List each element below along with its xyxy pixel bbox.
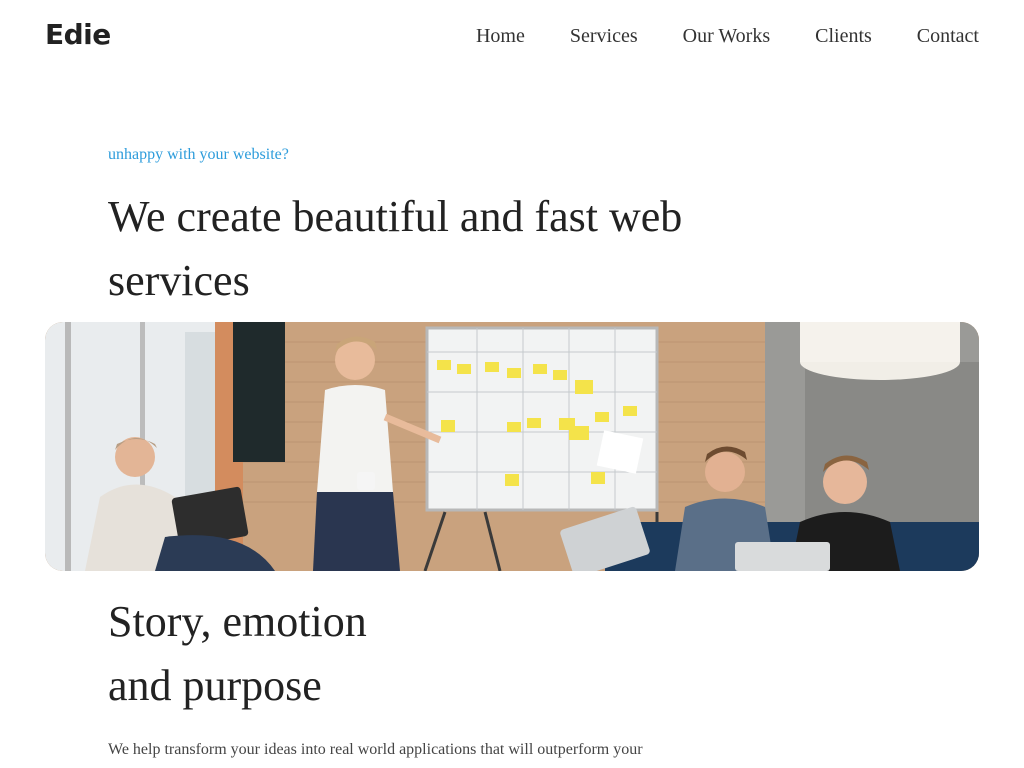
hero-title-line-2: services	[108, 256, 250, 305]
brand-logo[interactable]: Edie	[45, 15, 111, 55]
nav-our-works-link[interactable]: Our Works	[683, 22, 770, 50]
hero-title-line-1: We create beautiful and fast web	[108, 192, 683, 241]
hero-section: unhappy with your website? We create bea…	[108, 143, 708, 313]
main-nav: Home Services Our Works Clients Contact	[476, 22, 979, 50]
story-title-line-2: and purpose	[108, 661, 322, 710]
nav-home-link[interactable]: Home	[476, 22, 525, 50]
hero-photo-team-meeting	[45, 322, 979, 571]
story-title: Story, emotion and purpose	[108, 590, 708, 718]
nav-contact-link[interactable]: Contact	[917, 22, 979, 50]
hero-tagline: unhappy with your website?	[108, 146, 289, 163]
nav-clients-link[interactable]: Clients	[815, 22, 872, 50]
nav-services-link[interactable]: Services	[570, 22, 638, 50]
site-header: Edie Home Services Our Works Clients Con…	[0, 0, 1024, 70]
story-section: Story, emotion and purpose We help trans…	[108, 590, 708, 760]
team-meeting-illustration	[45, 322, 979, 571]
hero-title: We create beautiful and fast web service…	[108, 185, 708, 313]
story-title-line-1: Story, emotion	[108, 597, 367, 646]
story-body-text: We help transform your ideas into real w…	[108, 741, 643, 758]
